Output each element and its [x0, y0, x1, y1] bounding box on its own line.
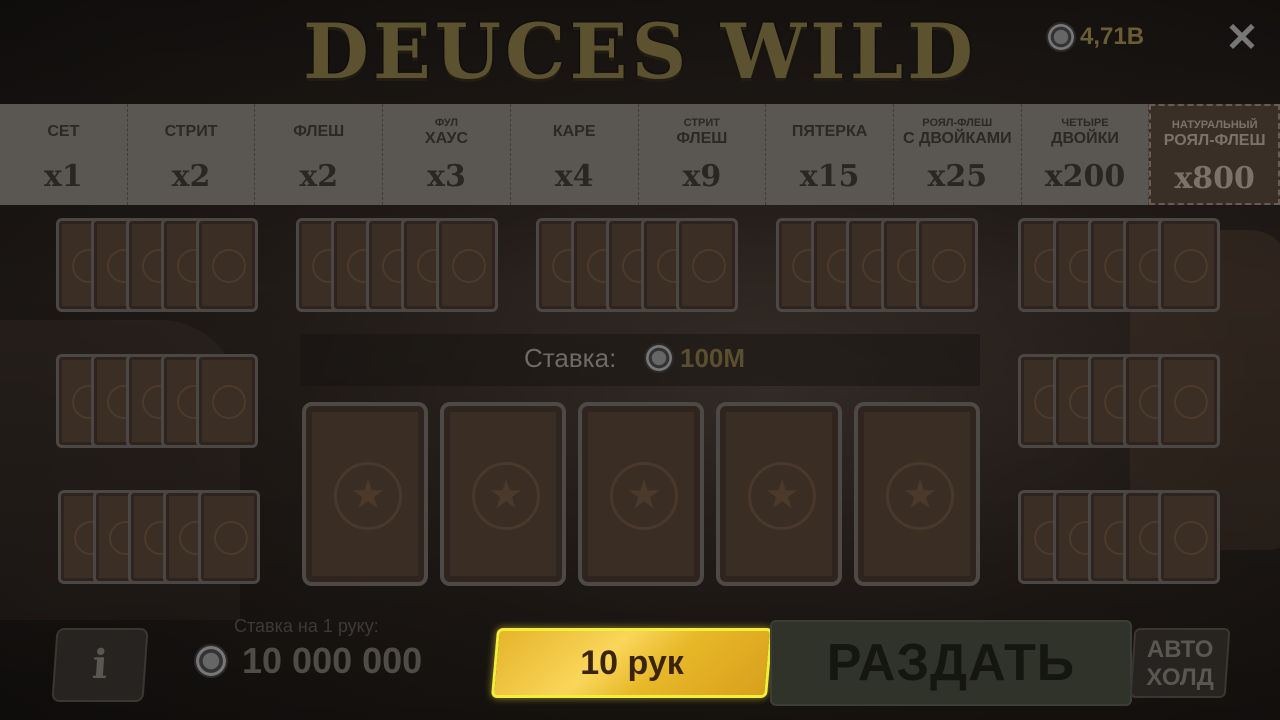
paytable-cell-five-kind: ПЯТЕРКА x15	[766, 104, 894, 205]
per-hand-bet-label: Ставка на 1 руку:	[234, 616, 379, 636]
pay-multiplier: x4	[554, 159, 594, 194]
star-icon: ★	[748, 462, 816, 530]
pay-name-line1: ФУЛ	[434, 116, 459, 129]
game-title: DEUCES WILD	[302, 7, 978, 96]
pay-name: ФЛЕШ	[293, 123, 345, 140]
auto-hold-button[interactable]: АВТО ХОЛД	[1129, 628, 1231, 698]
chip-icon	[1048, 24, 1074, 50]
paytable-cell-natural-royal: НАТУРАЛЬНЫЙ РОЯЛ-ФЛЕШ x800	[1149, 104, 1280, 205]
pay-name-line2: С ДВОЙКАМИ	[902, 129, 1012, 147]
paytable: СЕТ x1 СТРИТ x2 ФЛЕШ x2 ФУЛ ХАУС x3 КАРЕ …	[0, 104, 1280, 205]
main-card-4[interactable]: ★	[716, 402, 842, 586]
balance-display: 4,71B	[1048, 22, 1144, 52]
pay-name-line2: ФЛЕШ	[676, 129, 728, 147]
main-card-3[interactable]: ★	[578, 402, 704, 586]
pay-name-line2: ДВОЙКИ	[1051, 129, 1119, 147]
close-icon[interactable]: ✕	[1222, 18, 1262, 58]
bet-value: 100M	[680, 343, 746, 373]
paytable-cell-wild-royal: РОЯЛ-ФЛЕШ С ДВОЙКАМИ x25	[893, 104, 1022, 205]
auto-hold-line1: АВТО	[1146, 636, 1214, 663]
extra-hand-4	[776, 218, 986, 316]
pay-multiplier: x2	[299, 159, 339, 194]
extra-hand-5	[1018, 218, 1228, 316]
star-icon: ★	[886, 462, 954, 530]
extra-hand-8	[58, 490, 268, 588]
extra-hand-7	[1018, 354, 1228, 452]
balance-value: 4,71B	[1080, 23, 1145, 50]
star-icon: ★	[472, 462, 540, 530]
pay-multiplier: x9	[682, 159, 722, 194]
mini-card	[676, 218, 738, 312]
info-button[interactable]: i	[51, 628, 149, 702]
paytable-cell-full-house: ФУЛ ХАУС x3	[383, 104, 511, 205]
paytable-cell-quads: КАРЕ x4	[510, 104, 639, 205]
main-card-2[interactable]: ★	[440, 402, 566, 586]
pay-name: СЕТ	[47, 123, 80, 140]
pay-multiplier: x2	[171, 159, 211, 194]
pay-name-line1: СТРИТ	[683, 116, 721, 129]
paytable-cell-straight: СТРИТ x2	[127, 104, 256, 205]
hands-count-label: 10 рук	[580, 644, 684, 682]
mini-card	[436, 218, 498, 312]
mini-card	[916, 218, 978, 312]
star-icon: ★	[610, 462, 678, 530]
auto-hold-line2: ХОЛД	[1146, 664, 1214, 691]
pay-multiplier: x25	[927, 159, 988, 194]
deal-button[interactable]: РАЗДАТЬ	[770, 620, 1132, 706]
star-icon: ★	[334, 462, 402, 530]
bet-band	[300, 334, 980, 386]
pay-multiplier: x15	[799, 159, 860, 194]
bet-label: Ставка:	[524, 343, 617, 373]
main-card-1[interactable]: ★	[302, 402, 428, 586]
extra-hand-1	[56, 218, 266, 316]
pay-multiplier: x800	[1174, 161, 1255, 196]
mini-card	[196, 218, 258, 312]
pay-name-line2: ХАУС	[424, 129, 469, 147]
mini-card	[1158, 354, 1220, 448]
pay-name-line1: НАТУРАЛЬНЫЙ	[1171, 118, 1258, 131]
pay-name: ПЯТЕРКА	[791, 123, 868, 140]
paytable-cell-set: СЕТ x1	[0, 104, 128, 205]
pay-name-line2: РОЯЛ-ФЛЕШ	[1163, 131, 1266, 149]
main-card-5[interactable]: ★	[854, 402, 980, 586]
chip-icon	[196, 646, 226, 676]
extra-hand-6	[56, 354, 266, 452]
pay-name-line1: РОЯЛ-ФЛЕШ	[922, 116, 993, 129]
mini-card	[198, 490, 260, 584]
mini-card	[1158, 490, 1220, 584]
per-hand-bet-value[interactable]: 10 000 000	[242, 640, 422, 682]
pay-multiplier: x1	[43, 159, 83, 194]
extra-hand-3	[536, 218, 746, 316]
extra-hand-2	[296, 218, 506, 316]
paytable-cell-flush: ФЛЕШ x2	[255, 104, 384, 205]
pay-name: КАРЕ	[552, 123, 596, 140]
hands-count-button[interactable]: 10 рук	[490, 628, 774, 698]
deal-label: РАЗДАТЬ	[826, 634, 1076, 692]
mini-card	[1158, 218, 1220, 312]
pay-name-line1: ЧЕТЫРЕ	[1061, 116, 1109, 129]
pay-multiplier: x3	[427, 159, 466, 194]
chip-icon	[646, 345, 672, 371]
paytable-cell-four-deuces: ЧЕТЫРЕ ДВОЙКИ x200	[1021, 104, 1150, 205]
pay-multiplier: x200	[1044, 159, 1126, 194]
info-icon: i	[90, 641, 110, 688]
mini-card	[196, 354, 258, 448]
pay-name: СТРИТ	[164, 123, 218, 140]
paytable-cell-straight-flush: СТРИТ ФЛЕШ x9	[638, 104, 767, 205]
extra-hand-9	[1018, 490, 1228, 588]
